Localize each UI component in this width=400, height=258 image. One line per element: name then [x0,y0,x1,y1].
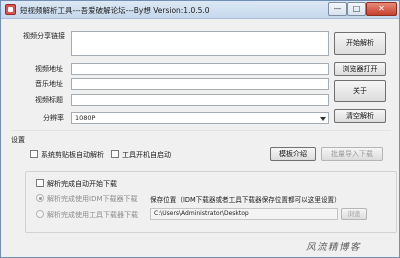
save-path-input: C:\Users\Administrator\Desktop [150,208,338,220]
resolution-select[interactable]: 1080P [71,112,329,124]
template-intro-button[interactable]: 模板介绍 [270,147,316,161]
video-url-input[interactable] [71,63,329,75]
close-button[interactable]: ✕ [366,2,397,16]
video-title-label: 视频标题 [35,96,63,104]
auto-download-label: 解析完成自动开始下载 [47,180,117,188]
window-title: 短视频解析工具---吾爱破解论坛---By想 Version:1.0.5.0 [20,6,210,15]
watermark-text: 风流精博客 [306,242,362,253]
video-title-input[interactable] [71,94,329,106]
title-bar: 短视频解析工具---吾爱破解论坛---By想 Version:1.0.5.0 —… [1,1,399,19]
resolution-value: 1080P [75,114,96,122]
minimize-icon: — [333,4,342,13]
maximize-button[interactable]: □ [347,2,366,16]
monitor-clipboard-checkbox[interactable] [30,150,38,158]
about-button[interactable]: 关于 [334,80,386,102]
autostart-label: 工具开机自启动 [122,151,171,159]
minimize-button[interactable]: — [328,2,347,16]
share-link-label: 视频分享链接 [23,32,65,40]
download-settings-group: 解析完成自动开始下载 解析完成使用IDM下载器下载 解析完成使用工具下载器下载 … [25,171,397,233]
autostart-checkbox[interactable] [111,150,119,158]
share-link-input[interactable] [71,31,329,56]
resolution-label: 分辨率 [43,114,64,122]
browse-button: 浏览 [341,208,367,220]
idm-download-label: 解析完成使用IDM下载器下载 [47,195,138,203]
auto-download-checkbox[interactable] [36,179,44,187]
settings-title: 设置 [11,136,25,144]
maximize-icon: □ [352,4,361,13]
start-parse-button[interactable]: 开始解析 [334,32,386,55]
audio-url-input[interactable] [71,78,329,90]
builtin-download-radio [36,210,44,218]
save-location-label: 保存位置（IDM下载器或者工具下载器保存位置都可以这里设置） [150,196,341,204]
audio-url-label: 音乐地址 [35,80,63,88]
app-icon [5,4,16,15]
clear-parse-button[interactable]: 清空解析 [334,109,386,123]
batch-import-button: 批量导入下载 [321,147,383,161]
chevron-down-icon [320,117,326,121]
open-browser-button[interactable]: 浏览器打开 [334,62,386,76]
video-url-label: 视频地址 [35,65,63,73]
divider [11,130,391,131]
close-icon: ✕ [378,4,385,13]
monitor-clipboard-label: 系统剪贴板自动解析 [41,151,104,159]
idm-download-radio [36,194,44,202]
app-window: 短视频解析工具---吾爱破解论坛---By想 Version:1.0.5.0 —… [0,0,400,258]
builtin-download-label: 解析完成使用工具下载器下载 [47,211,138,219]
